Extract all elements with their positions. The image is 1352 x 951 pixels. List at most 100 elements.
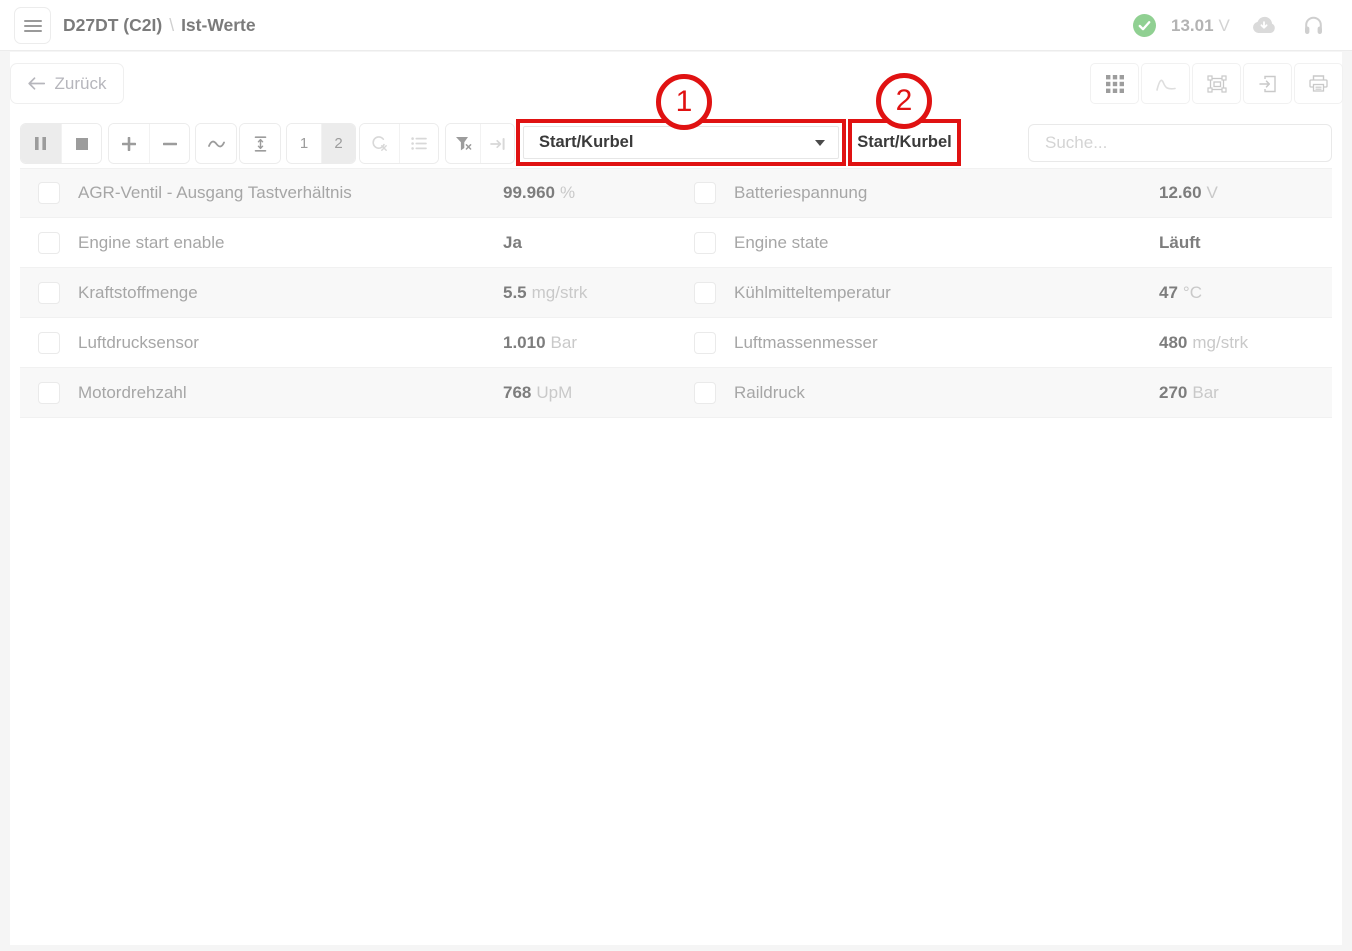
row-checkbox[interactable] [38,182,60,204]
remove-filter-button[interactable] [446,124,480,163]
export-button[interactable] [1243,63,1292,104]
clear-icon [371,136,388,152]
search-box [1028,124,1332,162]
row-checkbox[interactable] [694,332,716,354]
param-label: Raildruck [734,383,805,403]
param-label: Motordrehzahl [78,383,187,403]
grid-view-icon [1106,75,1124,93]
param-unit: Bar [551,333,577,352]
voltage-unit: V [1219,16,1230,36]
smooth-group [195,123,237,164]
row-checkbox[interactable] [38,282,60,304]
pause-icon [35,137,47,150]
zoom-out-button[interactable] [149,124,189,163]
page-2-button[interactable]: 2 [321,124,355,163]
param-label: Luftmassenmesser [734,333,878,353]
row-checkbox[interactable] [38,332,60,354]
table-row: Kraftstoffmenge 5.5mg/strk Kühlmitteltem… [20,268,1332,318]
selected-group-label: Start/Kurbel [857,133,951,152]
param-cell: AGR-Ventil - Ausgang Tastverhältnis 99.9… [20,169,676,217]
annotation-badge-2: 2 [876,73,932,129]
row-checkbox[interactable] [694,182,716,204]
param-cell: Luftmassenmesser 480 mg/strk [676,318,1332,367]
row-checkbox[interactable] [38,382,60,404]
param-value: 768 [503,383,531,402]
wave-icon [208,139,225,149]
clear-graph-button[interactable] [360,124,399,163]
back-button[interactable]: Zurück [10,63,124,104]
param-value: 270 [1159,383,1187,402]
table-row: Motordrehzahl 768 UpM Raildruck 270 Bar [20,368,1332,418]
param-label: AGR-Ventil - Ausgang Tastverhältnis [78,183,352,203]
stop-icon [76,138,88,150]
param-cell: Kühlmitteltemperatur 47°C [676,268,1332,317]
list-icon [411,137,427,150]
table-row: Engine start enable Ja Engine state Läuf… [20,218,1332,268]
plus-icon [122,137,136,151]
param-unit: Bar [1192,383,1218,402]
fit-height-button[interactable] [240,124,280,163]
param-label: Engine state [734,233,829,253]
chart-view-button[interactable] [1141,63,1190,104]
param-unit: mg/strk [532,283,588,302]
param-cell: Batteriespannung 12.60 V [676,169,1332,217]
param-value: 47 [1159,283,1178,302]
chart-view-icon [1156,76,1176,91]
row-checkbox[interactable] [694,382,716,404]
param-unit: °C [1183,283,1202,302]
battery-voltage-indicator: 13.01 V [1171,0,1230,51]
fit-group [239,123,281,164]
list-icon-button[interactable] [399,124,438,163]
param-value: Ja [503,233,522,252]
table-row: AGR-Ventil - Ausgang Tastverhältnis 99.9… [20,168,1332,218]
annotation-badge-1: 1 [656,74,712,130]
row-checkbox[interactable] [694,282,716,304]
arrow-to-end-icon [490,137,506,151]
annotation-badge-2-number: 2 [896,84,913,118]
param-label: Luftdrucksensor [78,333,199,353]
connection-check-icon [1133,14,1156,37]
hamburger-icon [24,19,42,33]
param-value: 480 [1159,333,1187,352]
headset-icon[interactable] [1303,15,1324,36]
param-cell: Kraftstoffmenge 5.5mg/strk [20,268,676,317]
select-area-button[interactable] [1192,63,1241,104]
go-to-end-button[interactable] [480,124,514,163]
group-select-value: Start/Kurbel [539,133,633,152]
zoom-in-button[interactable] [109,124,149,163]
smooth-curve-button[interactable] [196,124,236,163]
param-label: Engine start enable [78,233,225,253]
page-1-button[interactable]: 1 [287,124,321,163]
param-value: 12.60 [1159,183,1202,202]
print-button[interactable] [1294,63,1343,104]
row-checkbox[interactable] [38,232,60,254]
param-unit: V [1207,183,1218,202]
chevron-down-icon [815,140,825,146]
pause-button[interactable] [21,124,61,163]
param-cell: Engine start enable Ja [20,218,676,267]
param-cell: Engine state Läuft [676,218,1332,267]
minus-icon [163,142,177,146]
group-select-dropdown[interactable]: Start/Kurbel [523,126,839,159]
voltage-value: 13.01 [1171,16,1214,36]
row-checkbox[interactable] [694,232,716,254]
param-value: Läuft [1159,233,1201,252]
app-window: D27DT (C2I) \ Ist-Werte 13.01 V Zurück [0,0,1352,951]
cloud-download-icon[interactable] [1250,16,1278,35]
breadcrumb-ecu: D27DT (C2I) [63,15,162,36]
stop-button[interactable] [61,124,101,163]
breadcrumb-page: Ist-Werte [181,15,256,36]
live-values-table: AGR-Ventil - Ausgang Tastverhältnis 99.9… [20,168,1332,418]
param-unit: mg/strk [1192,333,1248,352]
table-row: Luftdrucksensor 1.010Bar Luftmassenmesse… [20,318,1332,368]
param-cell: Luftdrucksensor 1.010Bar [20,318,676,367]
top-bar: D27DT (C2I) \ Ist-Werte 13.01 V [0,0,1352,51]
param-label: Batteriespannung [734,183,867,203]
grid-view-button[interactable] [1090,63,1139,104]
search-input[interactable] [1028,124,1332,162]
print-icon [1309,75,1328,92]
param-unit: UpM [536,383,572,402]
hamburger-menu-button[interactable] [14,7,51,44]
zoom-group [108,123,190,164]
fit-height-icon [253,136,268,152]
